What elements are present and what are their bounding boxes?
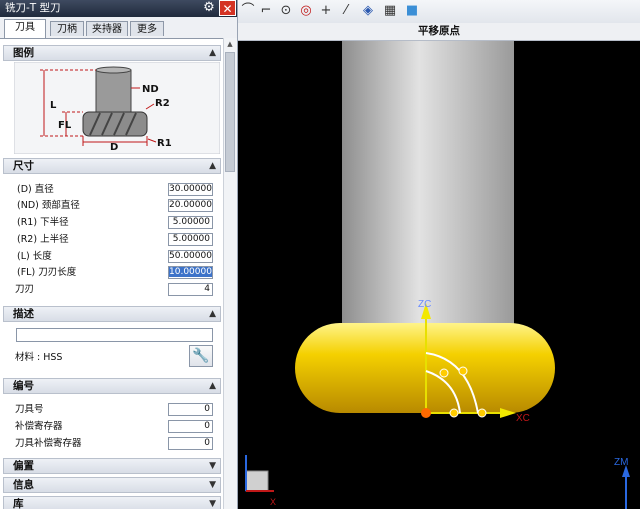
material-wrench-button[interactable]: 🔧 <box>189 345 213 367</box>
legend-label-nd: ND <box>142 84 159 95</box>
upper-radius-input[interactable]: 5.00000 <box>168 233 213 246</box>
library-section-label: 库 <box>13 498 24 509</box>
legend-label-r1: R1 <box>157 138 172 149</box>
tool-compensation-register-label: 刀具补偿寄存器 <box>15 438 82 449</box>
curve-icon[interactable]: ⌒ <box>240 3 256 19</box>
legend-section-label: 图例 <box>13 47 34 59</box>
flute-length-label: (FL) 刀刃长度 <box>17 267 77 278</box>
legend-label-r2: R2 <box>155 98 170 109</box>
tool-number-label: 刀具号 <box>15 404 44 415</box>
chevron-up-icon: ▲ <box>209 309 216 319</box>
lower-radius-label: (R1) 下半径 <box>17 217 69 228</box>
library-section-header[interactable]: 库 ▼ <box>3 496 221 509</box>
graphics-viewport[interactable]: ZC XC ZM X <box>238 39 640 509</box>
view-icon[interactable]: ◈ <box>360 3 376 19</box>
axis-label-xc: XC <box>516 413 530 424</box>
scroll-up-icon[interactable]: ▲ <box>225 40 235 48</box>
cube-icon[interactable]: ■ <box>404 3 420 19</box>
dialog-title: 铣刀-T 型刀 <box>5 2 61 14</box>
tool-number-input[interactable]: 0 <box>168 403 213 416</box>
description-section-label: 描述 <box>13 308 34 320</box>
legend-label-l: L <box>50 100 57 111</box>
neck-diameter-label: (ND) 颈部直径 <box>17 200 80 211</box>
diameter-label: (D) 直径 <box>17 184 54 195</box>
info-section-header[interactable]: 信息 ▼ <box>3 477 221 493</box>
grid-icon[interactable]: ▦ <box>382 3 398 19</box>
compensation-register-label: 补偿寄存器 <box>15 421 63 432</box>
wrench-icon: 🔧 <box>192 348 210 364</box>
legend-section-header[interactable]: 图例 ▲ <box>3 45 221 61</box>
tool-shank[interactable] <box>342 39 514 335</box>
view-triad-box <box>245 470 269 492</box>
tool-dialog: 铣刀-T 型刀 ⚙ ✕ 刀具 刀柄 夹持器 更多 图例 ▲ L FL D ND … <box>0 0 238 509</box>
top-toolbar: ⌒ ⌐ ⊙ ◎ + ⁄ ◈ ▦ ■ <box>238 0 640 24</box>
chevron-up-icon: ▲ <box>209 161 216 171</box>
close-button[interactable]: ✕ <box>219 0 236 16</box>
circle-center-icon[interactable]: ⊙ <box>278 3 294 19</box>
viewport-subtitle-bar: 平移原点 <box>238 23 640 41</box>
axis-label-x: X <box>270 497 276 507</box>
length-input[interactable]: 50.00000 <box>168 250 213 263</box>
chevron-down-icon: ▼ <box>209 461 216 471</box>
offset-section-label: 偏置 <box>13 460 34 472</box>
flutes-input[interactable]: 4 <box>168 283 213 296</box>
description-section-header[interactable]: 描述 ▲ <box>3 306 221 322</box>
numbering-section-label: 编号 <box>13 380 34 392</box>
tool-compensation-register-input[interactable]: 0 <box>168 437 213 450</box>
axis-label-zc: ZC <box>418 299 431 310</box>
tab-holder[interactable]: 夹持器 <box>86 21 128 36</box>
line-icon[interactable]: ⌐ <box>258 3 274 19</box>
tab-more[interactable]: 更多 <box>130 21 164 36</box>
chevron-down-icon: ▼ <box>209 480 216 490</box>
dimensions-section-header[interactable]: 尺寸 ▲ <box>3 158 221 174</box>
lower-radius-input[interactable]: 5.00000 <box>168 216 213 229</box>
dialog-title-bar[interactable]: 铣刀-T 型刀 ⚙ ✕ <box>0 0 237 17</box>
tab-tool[interactable]: 刀具 <box>4 19 46 38</box>
neck-diameter-input[interactable]: 20.00000 <box>168 199 213 212</box>
info-section-label: 信息 <box>13 479 34 491</box>
chevron-up-icon: ▲ <box>209 381 216 391</box>
viewport-subtitle: 平移原点 <box>418 25 460 37</box>
slash-icon[interactable]: ⁄ <box>338 3 354 19</box>
numbering-section-header[interactable]: 编号 ▲ <box>3 378 221 394</box>
compensation-register-input[interactable]: 0 <box>168 420 213 433</box>
dialog-scrollbar[interactable]: ▲ <box>223 38 237 509</box>
axis-label-zm: ZM <box>614 457 628 468</box>
diameter-input[interactable]: 30.00000 <box>168 183 213 196</box>
tool-legend-diagram: L FL D ND R2 R1 <box>14 62 220 154</box>
material-label: 材料 : HSS <box>15 352 63 363</box>
flutes-label: 刀刃 <box>15 284 35 295</box>
chevron-up-icon: ▲ <box>209 48 216 58</box>
upper-radius-label: (R2) 上半径 <box>17 234 69 245</box>
viewport-scene: ZC XC ZM X <box>245 39 630 509</box>
length-label: (L) 长度 <box>17 251 52 262</box>
tab-holder-shank[interactable]: 刀柄 <box>50 21 84 36</box>
legend-label-d: D <box>110 142 118 153</box>
description-input[interactable] <box>16 328 213 342</box>
gear-icon[interactable]: ⚙ <box>202 1 216 15</box>
dimensions-section-label: 尺寸 <box>13 160 34 172</box>
circle-target-icon[interactable]: ◎ <box>298 3 314 19</box>
legend-label-fl: FL <box>58 120 72 131</box>
chevron-down-icon: ▼ <box>209 499 216 509</box>
offset-section-header[interactable]: 偏置 ▼ <box>3 458 221 474</box>
scrollbar-thumb[interactable] <box>225 52 235 172</box>
plus-icon[interactable]: + <box>318 3 334 19</box>
flute-length-input[interactable]: 10.00000 <box>168 266 213 279</box>
tab-strip: 刀具 刀柄 夹持器 更多 <box>0 17 237 39</box>
